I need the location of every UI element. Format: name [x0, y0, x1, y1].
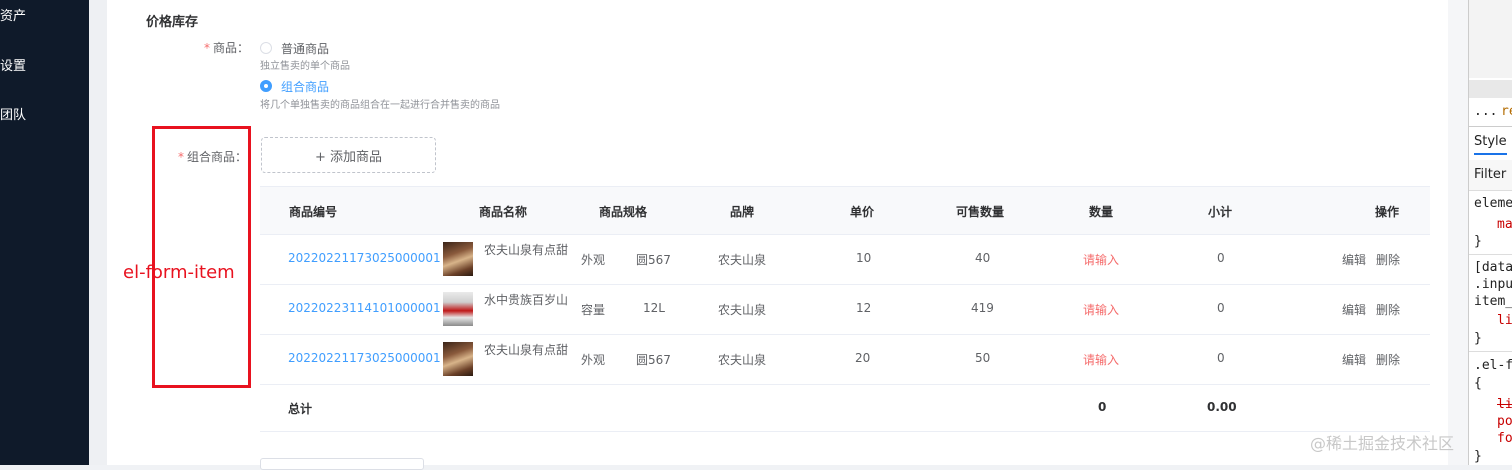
- radio-circle-checked[interactable]: [260, 80, 272, 92]
- spec-key: 外观: [581, 353, 606, 367]
- quantity-input[interactable]: 请输入: [1083, 351, 1119, 368]
- css-selector: [data: [1474, 260, 1512, 275]
- brand: 农夫山泉: [718, 253, 767, 267]
- stock: 419: [971, 301, 994, 315]
- subtotal: 0: [1217, 301, 1225, 315]
- sidebar-item-assets[interactable]: 资产: [0, 5, 26, 24]
- unit-price: 12: [856, 301, 872, 315]
- total-label: 总计: [288, 402, 313, 416]
- unit-price: 20: [855, 351, 871, 365]
- add-product-button[interactable]: + 添加商品: [261, 137, 436, 173]
- css-property: ma: [1497, 217, 1512, 232]
- th-subtotal: 小计: [1208, 205, 1233, 219]
- edit-button[interactable]: 编辑: [1342, 351, 1366, 368]
- th-actions: 操作: [1375, 205, 1400, 219]
- radio-hint: 独立售卖的单个商品: [260, 61, 350, 72]
- annotation-label: el-form-item: [123, 262, 235, 283]
- subtotal: 0: [1217, 351, 1225, 365]
- devtools-scrollbar[interactable]: [1469, 80, 1512, 98]
- product-thumbnail: [443, 342, 473, 376]
- content-gutter: [89, 0, 107, 465]
- css-property: fo: [1497, 431, 1512, 446]
- spec-value: 圆567: [636, 253, 671, 267]
- required-mark: *: [204, 41, 210, 55]
- spec-value: 圆567: [636, 353, 671, 367]
- product-code-link[interactable]: 20220221173025000001: [288, 351, 441, 365]
- section-title: 价格库存: [146, 15, 199, 30]
- annotation-box: [152, 126, 251, 388]
- sidebar-item-team[interactable]: 团队: [0, 104, 26, 123]
- total-amount: 0.00: [1207, 400, 1237, 414]
- styles-tab[interactable]: Style: [1474, 134, 1507, 155]
- css-selector: item_: [1474, 294, 1512, 309]
- css-selector: .inpu: [1474, 277, 1512, 292]
- css-brace: {: [1474, 376, 1482, 391]
- delete-button[interactable]: 删除: [1376, 251, 1400, 268]
- radio-circle[interactable]: [260, 42, 272, 54]
- css-property-overridden: li: [1497, 397, 1512, 412]
- brand: 农夫山泉: [718, 303, 767, 317]
- total-quantity: 0: [1098, 400, 1107, 414]
- radio-hint: 将几个单独售卖的商品组合在一起进行合并售卖的商品: [260, 100, 500, 111]
- devtools-more-icon[interactable]: ...: [1474, 104, 1497, 119]
- table-row: 20220221173025000001 农夫山泉有点甜 外观 圆567 农夫山…: [260, 334, 1430, 385]
- table-row: 2022022117302500000​1 农夫山泉有点甜 外观 圆567 农夫…: [260, 234, 1430, 285]
- edit-button[interactable]: 编辑: [1342, 251, 1366, 268]
- product-code-link[interactable]: 2022022117302500000​1: [288, 251, 441, 265]
- watermark: @稀土掘金技术社区: [1310, 434, 1455, 453]
- table-total-row: 总计 0 0.00: [260, 384, 1430, 432]
- brand: 农夫山泉: [718, 353, 767, 367]
- spec-value: 12L: [643, 301, 665, 315]
- pagination[interactable]: [260, 458, 424, 470]
- devtools-divider: [1469, 126, 1512, 127]
- th-name: 商品名称: [479, 205, 528, 219]
- filter-input[interactable]: Filter: [1474, 167, 1506, 182]
- th-spec: 商品规格: [599, 205, 648, 219]
- sidebar: 资产 设置 团队: [0, 0, 89, 465]
- table-header: 商品编号 商品名称 商品规格 品牌 单价 可售数量 数量 小计 操作: [260, 186, 1430, 235]
- css-brace: }: [1474, 449, 1482, 464]
- edit-button[interactable]: 编辑: [1342, 301, 1366, 318]
- right-gutter: [1448, 0, 1468, 465]
- css-brace: }: [1474, 331, 1482, 346]
- product-thumbnail: [443, 242, 473, 276]
- product-name: 水中贵族百岁山: [484, 293, 569, 307]
- product-name: 农夫山泉有点甜: [484, 343, 569, 357]
- css-property: po: [1497, 414, 1512, 429]
- stock: 50: [975, 351, 991, 365]
- subtotal: 0: [1217, 251, 1225, 265]
- spec-key: 容量: [581, 303, 606, 317]
- th-qty: 数量: [1089, 205, 1114, 219]
- devtools-panel: ... re Style Filter eleme ma } [data .in…: [1468, 0, 1512, 465]
- devtools-tab[interactable]: re: [1501, 104, 1512, 119]
- css-property: li: [1497, 313, 1512, 328]
- quantity-input[interactable]: 请输入: [1083, 251, 1119, 268]
- product-type-label: * 商品：: [204, 41, 250, 55]
- sidebar-item-settings[interactable]: 设置: [0, 55, 26, 74]
- delete-button[interactable]: 删除: [1376, 301, 1400, 318]
- product-code-link[interactable]: 20220223114101000001: [288, 301, 441, 315]
- css-brace: }: [1474, 234, 1482, 249]
- quantity-input[interactable]: 请输入: [1083, 301, 1119, 318]
- delete-button[interactable]: 删除: [1376, 351, 1400, 368]
- stock: 40: [975, 251, 991, 265]
- table-row: 20220223114101000001 水中贵族百岁山 容量 12L 农夫山泉…: [260, 284, 1430, 335]
- css-selector: eleme: [1474, 196, 1512, 211]
- css-selector: .el-f: [1474, 358, 1512, 373]
- radio-label[interactable]: 组合商品: [281, 78, 329, 95]
- devtools-top: [1469, 0, 1512, 78]
- radio-label[interactable]: 普通商品: [281, 40, 329, 57]
- product-name: 农夫山泉有点甜: [484, 243, 569, 257]
- unit-price: 10: [856, 251, 872, 265]
- spec-key: 外观: [581, 253, 606, 267]
- main-panel: 价格库存 * 商品： 普通商品 独立售卖的单个商品 组合商品 将几个单独售卖的商品…: [107, 0, 1448, 470]
- product-thumbnail: [443, 292, 473, 326]
- th-stock: 可售数量: [956, 205, 1005, 219]
- th-price: 单价: [850, 205, 875, 219]
- th-code: 商品编号: [289, 205, 338, 219]
- th-brand: 品牌: [730, 205, 755, 219]
